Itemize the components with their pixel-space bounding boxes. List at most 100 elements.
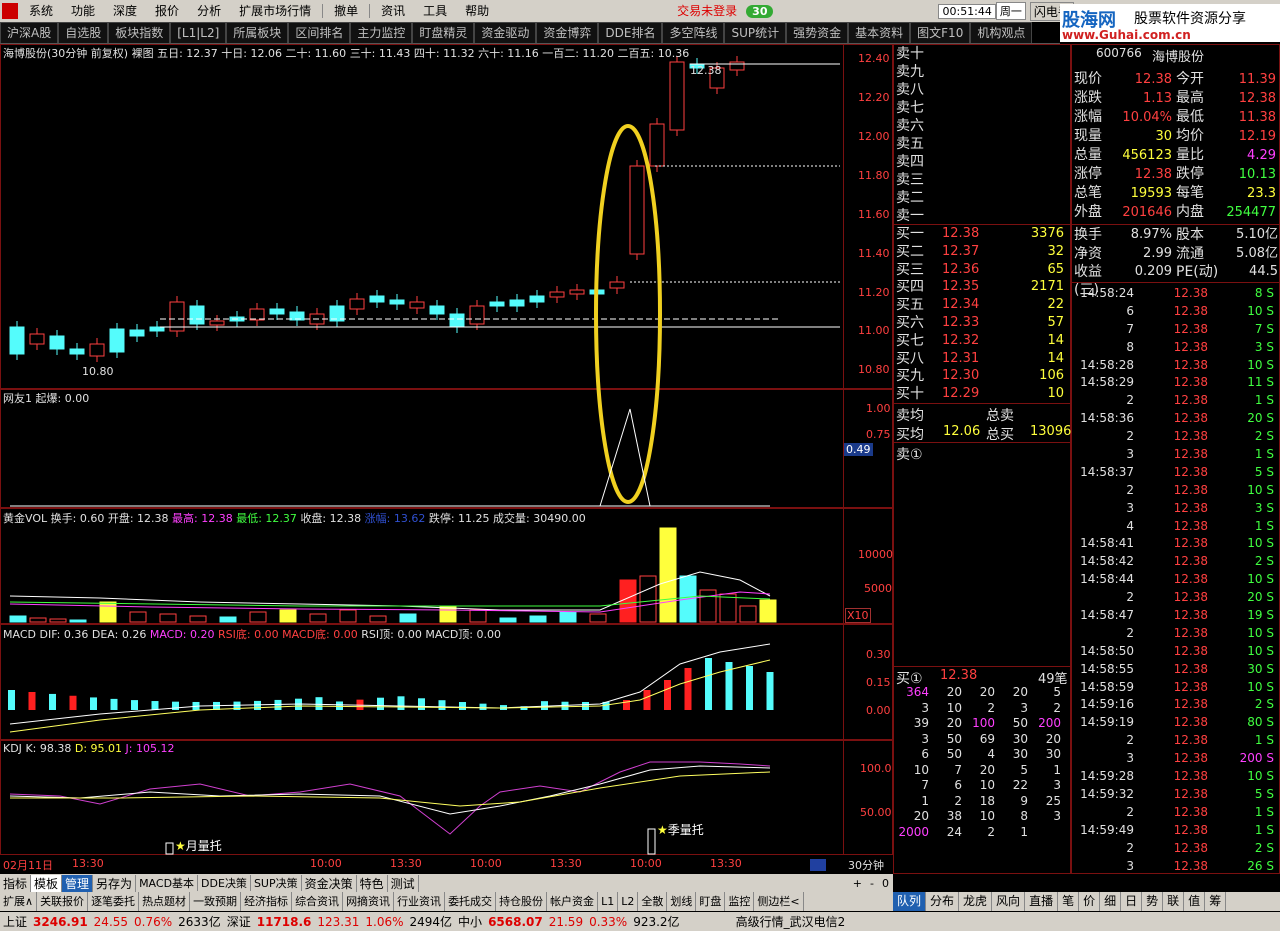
- right-tab[interactable]: 风向: [992, 892, 1026, 911]
- buy-level-row[interactable]: 买六 12.33 57: [896, 314, 1068, 332]
- tab-feature[interactable]: 特色: [357, 874, 388, 892]
- extended-tab[interactable]: 综合资讯: [292, 892, 344, 911]
- menu-news[interactable]: 资讯: [372, 0, 414, 22]
- sell-level-row[interactable]: 卖八: [896, 81, 1066, 99]
- tab-dde-decision[interactable]: DDE决策: [198, 875, 251, 891]
- tab-basic-info[interactable]: 基本资料: [848, 22, 911, 43]
- extended-tab[interactable]: 网摘资讯: [343, 892, 395, 911]
- right-tab[interactable]: 细: [1100, 892, 1122, 911]
- tab-range-rank[interactable]: 区间排名: [288, 22, 351, 43]
- zx-index-label[interactable]: 中小: [455, 913, 485, 930]
- tab-macd-basic[interactable]: MACD基本: [136, 875, 199, 891]
- buy-level-row[interactable]: 买四 12.35 2171: [896, 278, 1068, 296]
- sell-level-row[interactable]: 卖四: [896, 153, 1066, 171]
- tab-shenzhen-a[interactable]: 沪深A股: [0, 22, 59, 43]
- tab-manage[interactable]: 管理: [62, 874, 94, 892]
- extended-tab[interactable]: L2: [618, 892, 639, 911]
- tab-indicator[interactable]: 指标: [0, 874, 32, 892]
- extended-tab[interactable]: 帐户资金: [547, 892, 599, 911]
- sz-index-label[interactable]: 深证: [224, 913, 254, 930]
- extended-tab[interactable]: 持仓股份: [496, 892, 548, 911]
- menu-extended-market[interactable]: 扩展市场行情: [230, 0, 320, 22]
- right-tab[interactable]: 笔: [1058, 892, 1080, 911]
- tab-watchlist[interactable]: 自选股: [58, 22, 109, 43]
- menu-help[interactable]: 帮助: [456, 0, 498, 22]
- sell-level-row[interactable]: 卖五: [896, 135, 1066, 153]
- buy-level-row[interactable]: 买二 12.37 32: [896, 243, 1068, 261]
- right-tab[interactable]: 直播: [1025, 892, 1059, 911]
- right-tab[interactable]: 分布: [926, 892, 960, 911]
- extended-tab[interactable]: L1: [598, 892, 619, 911]
- extended-tab[interactable]: 监控: [725, 892, 755, 911]
- zoom-plus-button[interactable]: +: [849, 877, 866, 890]
- right-tab[interactable]: 队列: [893, 892, 927, 911]
- extended-tab[interactable]: 扩展∧: [0, 892, 38, 911]
- tab-l1-l2[interactable]: [L1|L2]: [170, 22, 227, 43]
- tab-strong-fund[interactable]: 强势资金: [786, 22, 849, 43]
- extended-tab[interactable]: 逐笔委托: [88, 892, 140, 911]
- menu-cancel-order[interactable]: 撤单: [325, 0, 367, 22]
- right-tab[interactable]: 值: [1184, 892, 1206, 911]
- tab-sector[interactable]: 所属板块: [226, 22, 289, 43]
- buy-level-row[interactable]: 买三 12.36 65: [896, 261, 1068, 279]
- tab-template[interactable]: 模板: [31, 874, 63, 892]
- buy-level-row[interactable]: 买七 12.32 14: [896, 332, 1068, 350]
- tab-sector-index[interactable]: 板块指数: [108, 22, 171, 43]
- extended-tab[interactable]: 经济指标: [241, 892, 293, 911]
- menu-function[interactable]: 功能: [62, 0, 104, 22]
- right-tab[interactable]: 龙虎: [959, 892, 993, 911]
- tab-sup-decision[interactable]: SUP决策: [251, 875, 302, 891]
- menu-analysis[interactable]: 分析: [188, 0, 230, 22]
- tab-institution[interactable]: 机构观点: [970, 22, 1033, 43]
- tab-f10[interactable]: 图文F10: [910, 22, 971, 43]
- buy-level-label: 买三: [896, 261, 924, 278]
- tab-main-monitor[interactable]: 主力监控: [350, 22, 413, 43]
- buy-level-row[interactable]: 买一 12.38 3376: [896, 225, 1068, 243]
- tab-fund-game[interactable]: 资金博弈: [536, 22, 599, 43]
- buy-level-row[interactable]: 买八 12.31 14: [896, 350, 1068, 368]
- right-tab[interactable]: 筹: [1205, 892, 1227, 911]
- tab-dde-rank[interactable]: DDE排名: [598, 22, 663, 43]
- extended-tab[interactable]: 委托成交: [445, 892, 497, 911]
- buy-level-row[interactable]: 买五 12.34 22: [896, 296, 1068, 314]
- tab-test[interactable]: 测试: [388, 874, 419, 892]
- tab-save-as[interactable]: 另存为: [93, 874, 137, 892]
- right-tab[interactable]: 价: [1079, 892, 1101, 911]
- sell-level-row[interactable]: 卖一: [896, 207, 1066, 225]
- menu-tools[interactable]: 工具: [414, 0, 456, 22]
- extended-tab[interactable]: 行业资讯: [394, 892, 446, 911]
- notification-badge[interactable]: 30: [746, 4, 774, 18]
- buy-level-row[interactable]: 买十 12.29 10: [896, 385, 1068, 403]
- right-tab[interactable]: 势: [1142, 892, 1164, 911]
- server-name[interactable]: 高级行情_武汉电信2: [733, 913, 849, 930]
- menu-system[interactable]: 系统: [20, 0, 62, 22]
- sell-level-row[interactable]: 卖三: [896, 171, 1066, 189]
- sh-index-label[interactable]: 上证: [0, 913, 30, 930]
- close-icon[interactable]: 0: [878, 877, 893, 890]
- extended-tab[interactable]: 一致预期: [190, 892, 242, 911]
- extended-tab[interactable]: 盯盘: [696, 892, 726, 911]
- sell-level-row[interactable]: 卖二: [896, 189, 1066, 207]
- extended-tab[interactable]: 关联报价: [37, 892, 89, 911]
- right-tab[interactable]: 联: [1163, 892, 1185, 911]
- tab-sup-stats[interactable]: SUP统计: [724, 22, 787, 43]
- trade-login-status[interactable]: 交易未登录: [668, 0, 746, 22]
- menu-depth[interactable]: 深度: [104, 0, 146, 22]
- right-tab[interactable]: 日: [1121, 892, 1143, 911]
- zoom-minus-button[interactable]: -: [866, 877, 878, 890]
- extended-tab[interactable]: 划线: [667, 892, 697, 911]
- buy-level-row[interactable]: 买九 12.30 106: [896, 367, 1068, 385]
- sell-level-row[interactable]: 卖七: [896, 99, 1066, 117]
- tab-long-short[interactable]: 多空阵线: [662, 22, 725, 43]
- sell-level-row[interactable]: 卖九: [896, 63, 1066, 81]
- period-selector[interactable]: 30分钟: [848, 857, 884, 873]
- extended-tab[interactable]: 全散: [638, 892, 668, 911]
- tab-fund-decision[interactable]: 资金决策: [302, 874, 357, 892]
- extended-tab[interactable]: 热点题材: [139, 892, 191, 911]
- sell-level-row[interactable]: 卖十: [896, 45, 1066, 63]
- tab-watch-elf[interactable]: 盯盘精灵: [412, 22, 475, 43]
- extended-tab[interactable]: 侧边栏<: [754, 892, 804, 911]
- tab-fund-drive[interactable]: 资金驱动: [474, 22, 537, 43]
- sell-level-row[interactable]: 卖六: [896, 117, 1066, 135]
- menu-quote[interactable]: 报价: [146, 0, 188, 22]
